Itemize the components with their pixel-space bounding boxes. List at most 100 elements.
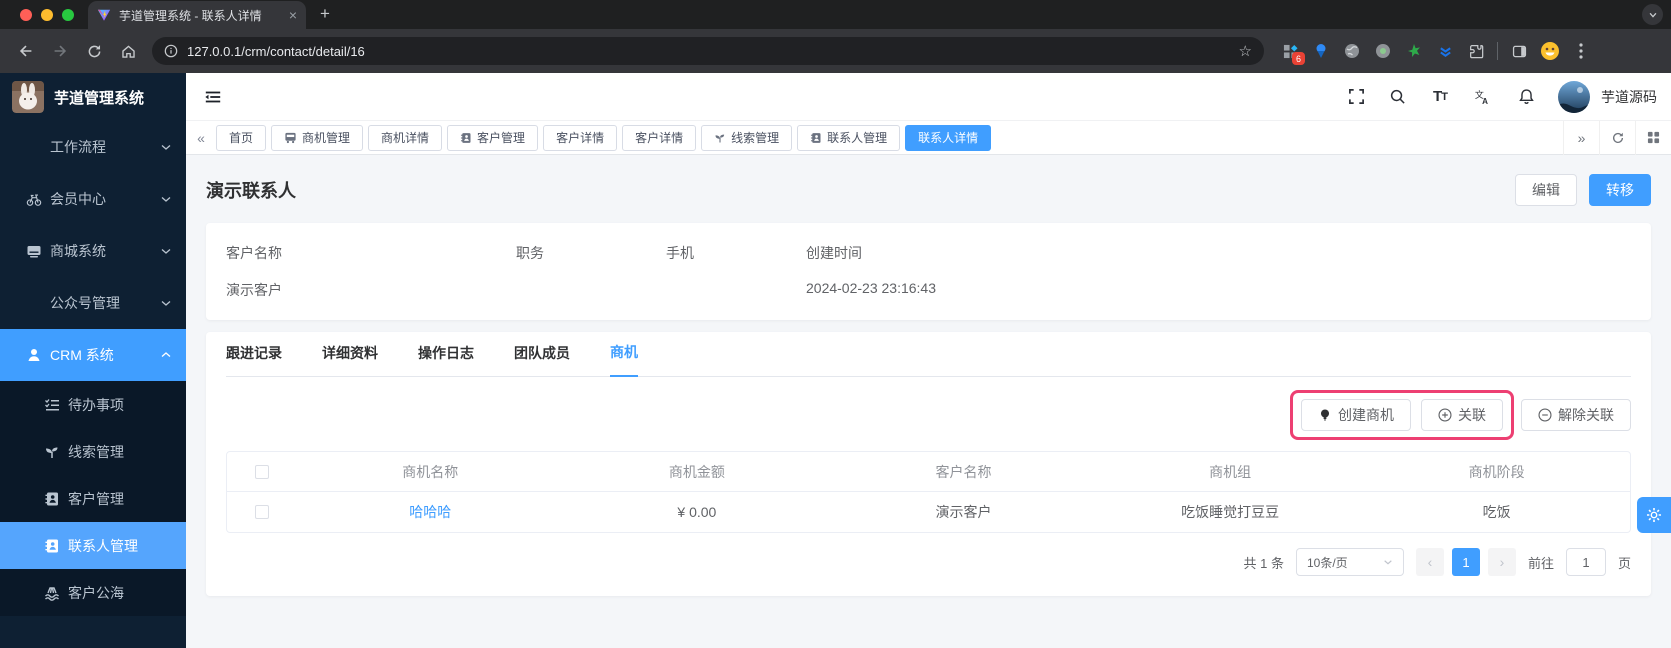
customer-name: 演示客户 (935, 504, 992, 520)
bulb-icon (1318, 408, 1332, 422)
seedling-icon (714, 132, 726, 144)
tag-item-active[interactable]: 联系人详情 (905, 124, 992, 151)
edit-button[interactable]: 编辑 (1515, 174, 1577, 206)
tab-close-icon[interactable]: × (289, 8, 297, 22)
home-icon[interactable] (114, 37, 142, 65)
info-label: 创建时间 (806, 245, 862, 261)
prev-page-button[interactable]: ‹ (1415, 548, 1444, 576)
user-icon (26, 347, 42, 363)
sidebar-item-contacts[interactable]: 联系人管理 (0, 522, 186, 569)
tag-item[interactable]: 线索管理 (701, 124, 793, 151)
forward-icon[interactable] (46, 37, 74, 65)
pagination-total: 共 1 条 (1243, 555, 1284, 571)
sidebar-item-member-center[interactable]: 会员中心 (0, 173, 186, 225)
app-logo-row[interactable]: 芋道管理系统 (0, 73, 186, 121)
username[interactable]: 芋道源码 (1601, 87, 1657, 107)
unlink-button[interactable]: 解除关联 (1521, 399, 1631, 431)
profile-emoji-avatar[interactable] (1540, 41, 1560, 61)
user-avatar[interactable] (1558, 80, 1590, 113)
tag-item[interactable]: 客户详情 (543, 124, 618, 151)
sidebar-item-official-account[interactable]: 公众号管理 (0, 277, 186, 329)
tags-scroll-left-icon[interactable]: « (186, 121, 216, 155)
page-size-select[interactable]: 10条/页 (1295, 548, 1404, 576)
extensions-puzzle-icon[interactable] (1466, 41, 1486, 61)
tab-operation-log[interactable]: 操作日志 (418, 343, 474, 376)
svg-text:A: A (1482, 97, 1488, 106)
bookmark-star-icon[interactable]: ☆ (1239, 42, 1252, 60)
tab-follow-records[interactable]: 跟进记录 (226, 343, 282, 376)
window-zoom-button[interactable] (62, 9, 74, 21)
business-name-link[interactable]: 哈哈哈 (297, 502, 564, 522)
browser-menu-icon[interactable] (1571, 41, 1591, 61)
translate-icon[interactable]: 文A (1472, 86, 1494, 108)
side-panel-icon[interactable] (1509, 41, 1529, 61)
browser-tabstrip: 芋道管理系统 - 联系人详情 × + (0, 0, 1671, 29)
back-icon[interactable] (12, 37, 40, 65)
sidebar-item-customer-pool[interactable]: 客户公海 (0, 569, 186, 616)
column-header: 客户名称 (935, 463, 992, 480)
settings-gear-button[interactable] (1637, 497, 1671, 533)
sidebar-item-customers[interactable]: 客户管理 (0, 475, 186, 522)
sidebar-item-workflow[interactable]: 工作流程 (0, 121, 186, 173)
sidebar-item-crm-system[interactable]: CRM 系统 (0, 329, 186, 381)
business-table: 商机名称 商机金额 客户名称 商机组 商机阶段 哈哈哈 ¥ 0.00 演示客户 … (226, 451, 1631, 533)
tags-options-grid-icon[interactable] (1635, 120, 1671, 155)
transfer-button[interactable]: 转移 (1589, 174, 1651, 206)
create-business-button[interactable]: 创建商机 (1301, 399, 1411, 431)
checklist-icon (44, 397, 60, 413)
chevron-down-icon (160, 297, 172, 309)
info-value (666, 280, 806, 300)
window-minimize-button[interactable] (41, 9, 53, 21)
tag-item[interactable]: 商机管理 (271, 124, 364, 151)
extension-grid-icon[interactable]: 6 (1280, 41, 1305, 65)
extension-star-icon[interactable] (1404, 41, 1424, 61)
pagination: 共 1 条 10条/页 ‹ 1 › 前往 页 (226, 548, 1631, 576)
bell-icon[interactable] (1515, 86, 1537, 108)
tag-item[interactable]: 首页 (216, 124, 267, 151)
page-title: 演示联系人 (206, 181, 296, 201)
sidebar-item-leads[interactable]: 线索管理 (0, 428, 186, 475)
browser-tab[interactable]: 芋道管理系统 - 联系人详情 × (88, 1, 306, 29)
tag-item[interactable]: 联系人管理 (797, 124, 901, 151)
tags-refresh-icon[interactable] (1599, 120, 1635, 155)
select-all-checkbox[interactable] (255, 464, 269, 479)
table-header-row: 商机名称 商机金额 客户名称 商机组 商机阶段 (227, 452, 1630, 492)
extension-chevrons-icon[interactable] (1435, 41, 1455, 61)
sidebar: 芋道管理系统 工作流程 会员中心 商城系统 公众号管理 CRM 系统 待办事项 … (0, 73, 186, 648)
site-info-icon[interactable] (164, 44, 178, 58)
tag-item[interactable]: 客户管理 (447, 124, 539, 151)
extension-globe-icon[interactable] (1342, 41, 1362, 61)
bus-icon (284, 131, 297, 144)
tab-team-members[interactable]: 团队成员 (514, 343, 570, 376)
search-icon[interactable] (1386, 86, 1408, 108)
app-title: 芋道管理系统 (54, 89, 145, 107)
tag-item[interactable]: 商机详情 (368, 124, 443, 151)
url-text[interactable]: 127.0.0.1/crm/contact/detail/16 (187, 44, 1230, 59)
font-size-icon[interactable]: TT (1429, 86, 1451, 108)
chevron-up-icon (160, 349, 172, 361)
tab-detail-info[interactable]: 详细资料 (322, 343, 378, 376)
window-close-button[interactable] (20, 9, 32, 21)
row-checkbox[interactable] (255, 505, 269, 519)
tag-item[interactable]: 客户详情 (622, 124, 697, 151)
link-button[interactable]: 关联 (1421, 399, 1503, 431)
extension-pin-icon[interactable] (1311, 41, 1331, 61)
next-page-button[interactable]: › (1487, 548, 1516, 576)
sidebar-item-todo[interactable]: 待办事项 (0, 381, 186, 428)
menu-fold-icon[interactable] (200, 84, 226, 110)
tab-business[interactable]: 商机 (610, 342, 638, 377)
info-value: 演示客户 (226, 282, 282, 298)
favicon-vite-icon (97, 8, 111, 22)
current-page-button[interactable]: 1 (1451, 548, 1480, 576)
goto-page-input[interactable] (1565, 548, 1606, 576)
reload-icon[interactable] (80, 37, 108, 65)
new-tab-button[interactable]: + (320, 4, 330, 24)
seedling-icon (44, 444, 60, 460)
tab-search-chevron-icon[interactable] (1642, 4, 1663, 25)
fullscreen-icon[interactable] (1348, 88, 1365, 105)
extension-record-icon[interactable] (1373, 41, 1393, 61)
url-bar[interactable]: 127.0.0.1/crm/contact/detail/16 ☆ (152, 37, 1264, 65)
info-label: 手机 (666, 245, 694, 261)
sidebar-item-mall-system[interactable]: 商城系统 (0, 225, 186, 277)
tags-scroll-right-icon[interactable]: » (1563, 120, 1599, 155)
